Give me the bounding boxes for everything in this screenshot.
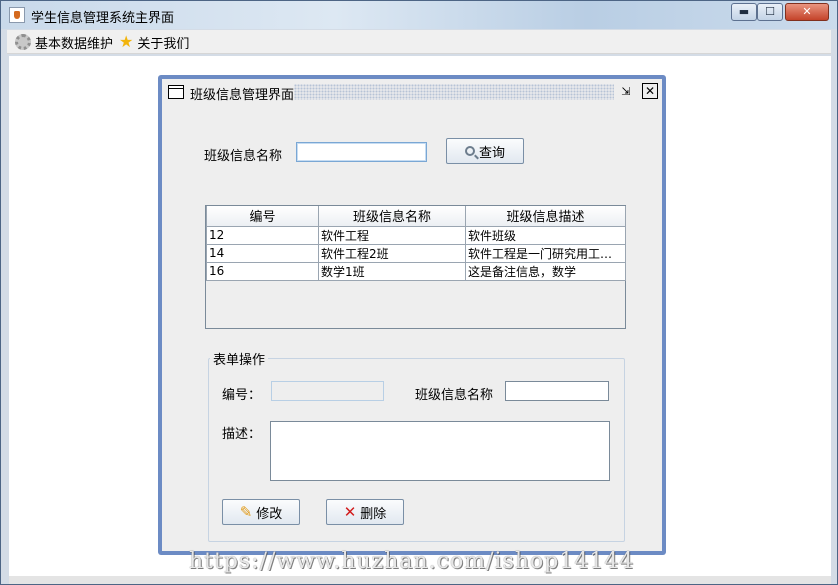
search-icon [464,146,475,156]
table-cell[interactable]: 14 [206,243,319,263]
pencil-icon: ✎ [239,502,253,521]
class-info-frame: 班级信息管理界面 ⇲ ✕ 班级信息名称 查询 编号 班级信息名称 班级信息描述 … [158,75,666,555]
frame-title: 班级信息管理界面 [190,88,295,103]
menu-about-us-label: 关于我们 [137,36,190,52]
table-row[interactable]: 16 数学1班 这是备注信息，数学 [206,261,626,281]
window-bottom-edge [9,576,831,584]
window-title: 学生信息管理系统主界面 [31,11,175,26]
iconify-icon[interactable]: ⇲ [618,84,634,100]
menu-basic-data[interactable]: 基本数据维护 [15,33,114,52]
table-cell[interactable]: 16 [206,261,319,281]
table-cell[interactable]: 这是备注信息，数学 [465,261,626,281]
table-cell[interactable]: 软件工程2班 [318,243,466,263]
menubar: 基本数据维护 ★ 关于我们 [7,30,831,54]
close-button[interactable]: ✕ [785,3,829,21]
maximize-button[interactable]: ☐ [757,3,783,21]
table-row[interactable]: 14 软件工程2班 软件工程是一门研究用工程化方法构建和维护有效的 [206,243,626,263]
gear-icon [15,34,31,50]
class-info-frame-titlebar[interactable]: 班级信息管理界面 ⇲ ✕ [162,79,662,105]
delete-x-icon: ✕ [343,502,357,521]
id-label: 编号： [222,388,262,403]
form-name-input[interactable] [505,381,609,401]
desc-textarea[interactable] [270,421,610,481]
form-name-label: 班级信息名称 [415,388,494,403]
java-app-icon [9,7,25,23]
table-cell[interactable]: 数学1班 [318,261,466,281]
column-header-name[interactable]: 班级信息名称 [318,206,466,227]
table-header-row: 编号 班级信息名称 班级信息描述 [206,206,626,227]
class-table[interactable]: 编号 班级信息名称 班级信息描述 12 软件工程 软件班级 14 软件工程2班 … [205,205,626,329]
star-icon: ★ [119,32,134,51]
menu-basic-data-label: 基本数据维护 [35,36,114,52]
form-group-title: 表单操作 [210,349,269,368]
main-window: 学生信息管理系统主界面 ▬ ☐ ✕ 基本数据维护 ★ 关于我们 班级信息管理界面… [0,0,838,585]
table-cell[interactable]: 软件工程 [318,225,466,245]
frame-icon [168,85,184,99]
class-info-frame-body: 班级信息名称 查询 编号 班级信息名称 班级信息描述 12 软件工程 软件班级 … [162,105,662,551]
search-button-label: 查询 [478,145,505,161]
menu-about-us[interactable]: ★ 关于我们 [119,32,190,52]
column-header-desc[interactable]: 班级信息描述 [465,206,626,227]
delete-button-label: 删除 [360,506,387,522]
table-cell[interactable]: 软件班级 [465,225,626,245]
frame-close-icon[interactable]: ✕ [642,83,658,99]
search-name-input[interactable] [296,142,427,162]
minimize-button[interactable]: ▬ [731,3,757,21]
id-field [271,381,384,401]
table-cell[interactable]: 软件工程是一门研究用工程化方法构建和维护有效的 [465,243,626,263]
table-row[interactable]: 12 软件工程 软件班级 [206,225,626,245]
delete-button[interactable]: ✕ 删除 [326,499,404,525]
edit-button[interactable]: ✎ 修改 [222,499,300,525]
table-cell[interactable]: 12 [206,225,319,245]
column-header-id[interactable]: 编号 [206,206,319,227]
edit-button-label: 修改 [256,506,283,522]
watermark-text: https://www.huzhan.com/ishop14144 [189,549,635,574]
search-name-label: 班级信息名称 [204,149,283,164]
search-button[interactable]: 查询 [446,138,524,164]
titlebar-grip [294,84,614,100]
window-titlebar[interactable]: 学生信息管理系统主界面 ▬ ☐ ✕ [1,1,837,29]
desc-label: 描述： [222,427,262,442]
